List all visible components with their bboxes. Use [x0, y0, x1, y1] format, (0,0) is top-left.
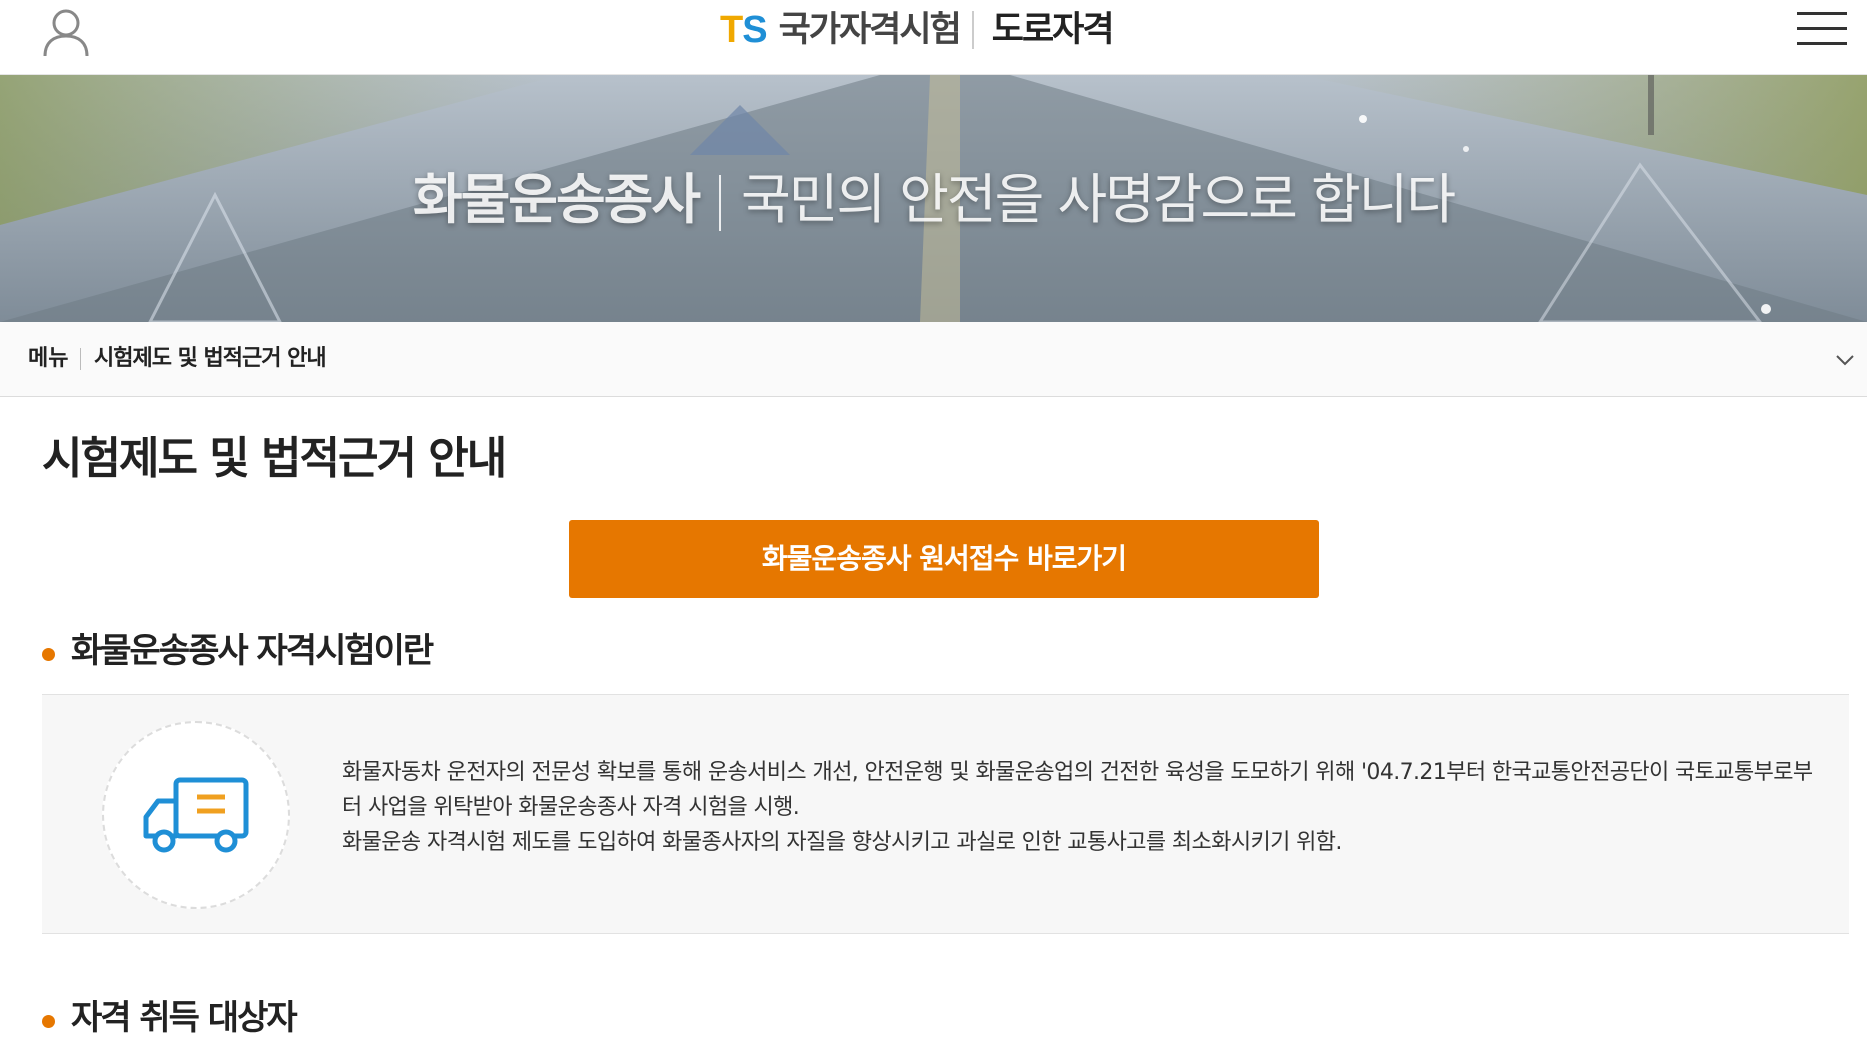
- breadcrumb-current[interactable]: 시험제도 및 법적근거 안내: [94, 346, 327, 372]
- section-title: 자격 취득 대상자: [71, 998, 298, 1038]
- bullet-dot-icon: [42, 647, 55, 661]
- section-title: 화물운송종사 자격시험이란: [71, 631, 434, 671]
- apply-shortcut-button[interactable]: 화물운송종사 원서접수 바로가기: [569, 520, 1319, 598]
- logo-ts-mark: TS: [720, 9, 768, 51]
- section-heading-intro: 화물운송종사 자격시험이란: [42, 629, 434, 673]
- truck-icon: [102, 721, 290, 909]
- user-icon[interactable]: [40, 6, 92, 58]
- intro-paragraph: 화물운송 자격시험 제도를 도입하여 화물종사자의 자질을 향상시키고 과실로 …: [342, 830, 1342, 855]
- hamburger-menu-icon[interactable]: [1797, 12, 1847, 50]
- intro-info-box: 화물자동차 운전자의 전문성 확보를 통해 운송서비스 개선, 안전운행 및 화…: [42, 694, 1849, 934]
- bullet-dot-icon: [42, 1014, 55, 1028]
- hero-banner: 화물운송종사 국민의 안전을 사명감으로 합니다: [0, 75, 1867, 322]
- logo-divider: [971, 11, 974, 49]
- breadcrumb-menu-label[interactable]: 메뉴: [28, 346, 68, 372]
- site-logo[interactable]: TS 국가자격시험 도로자격: [720, 8, 1115, 52]
- chevron-down-icon[interactable]: [1831, 348, 1859, 372]
- banner-slogan: 화물운송종사 국민의 안전을 사명감으로 합니다: [0, 168, 1867, 232]
- banner-divider: [719, 175, 722, 232]
- section-heading-eligibility: 자격 취득 대상자: [42, 996, 298, 1040]
- logo-subtitle: 도로자격: [991, 10, 1115, 50]
- intro-paragraph: 화물자동차 운전자의 전문성 확보를 통해 운송서비스 개선, 안전운행 및 화…: [342, 760, 1813, 820]
- banner-strong: 화물운송종사: [412, 168, 701, 231]
- intro-description: 화물자동차 운전자의 전문성 확보를 통해 운송서비스 개선, 안전운행 및 화…: [342, 755, 1822, 860]
- page-title: 시험제도 및 법적근거 안내: [42, 433, 507, 484]
- logo-name: 국가자격시험: [778, 10, 962, 50]
- breadcrumb: 메뉴 시험제도 및 법적근거 안내: [0, 322, 1867, 397]
- breadcrumb-divider: [80, 348, 81, 370]
- site-header: TS 국가자격시험 도로자격: [0, 0, 1867, 75]
- banner-tagline: 국민의 안전을 사명감으로 합니다: [741, 168, 1456, 231]
